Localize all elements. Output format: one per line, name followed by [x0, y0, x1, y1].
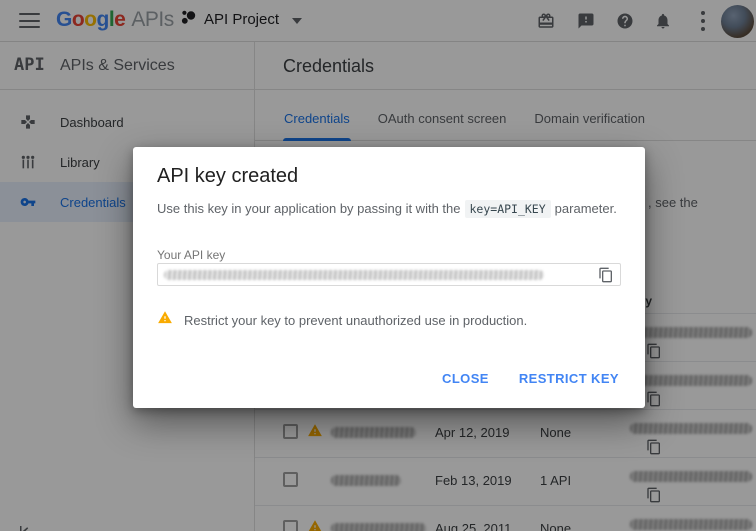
api-key-field[interactable]	[157, 263, 621, 286]
restrict-key-button[interactable]: RESTRICT KEY	[507, 362, 631, 395]
dialog-title: API key created	[157, 165, 298, 188]
warning-text: Restrict your key to prevent unauthorize…	[184, 313, 527, 328]
dialog-actions: CLOSE RESTRICT KEY	[430, 362, 631, 395]
warning-icon	[157, 310, 173, 330]
restrict-warning: Restrict your key to prevent unauthorize…	[157, 310, 527, 330]
api-key-field-label: Your API key	[157, 248, 225, 262]
app-window: GoogleAPIs API Project API APIs & Servic…	[0, 0, 756, 531]
dialog-body: Use this key in your application by pass…	[157, 201, 617, 216]
api-key-created-dialog: API key created Use this key in your app…	[133, 147, 645, 408]
redacted-api-key-value	[164, 270, 544, 280]
close-button[interactable]: CLOSE	[430, 362, 501, 395]
copy-icon[interactable]	[598, 267, 614, 283]
code-chip: key=API_KEY	[465, 200, 551, 218]
